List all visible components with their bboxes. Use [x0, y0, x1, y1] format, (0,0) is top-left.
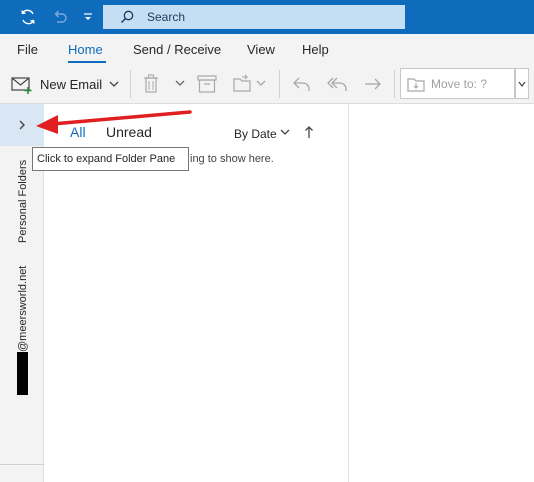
ribbon-separator — [130, 70, 131, 98]
active-tab-indicator — [68, 61, 106, 63]
search-icon — [119, 9, 135, 25]
sort-dropdown-icon[interactable] — [280, 128, 290, 136]
search-placeholder: Search — [147, 10, 186, 24]
search-box[interactable]: Search — [103, 5, 405, 29]
customize-qat-icon[interactable] — [78, 7, 98, 27]
delete-icon[interactable] — [142, 73, 160, 95]
chevron-right-icon — [18, 120, 26, 130]
tab-send-receive[interactable]: Send / Receive — [133, 42, 221, 57]
move-icon[interactable] — [232, 73, 256, 95]
new-email-dropdown-icon[interactable] — [108, 78, 120, 90]
empty-list-message: ing to show here. — [190, 153, 274, 165]
reply-all-icon[interactable] — [326, 74, 350, 94]
sort-direction-icon[interactable] — [304, 125, 314, 139]
tab-help[interactable]: Help — [302, 42, 329, 57]
move-dropdown-icon[interactable] — [256, 78, 266, 88]
tab-file[interactable]: File — [17, 42, 38, 57]
account-label[interactable]: @meersworld.net — [17, 266, 29, 352]
strip-divider — [0, 464, 44, 465]
new-email-button[interactable]: New Email — [40, 77, 102, 92]
sort-by-button[interactable]: By Date — [234, 127, 277, 141]
undo-icon[interactable] — [50, 7, 70, 27]
tab-home[interactable]: Home — [68, 42, 103, 57]
ribbon-separator — [279, 70, 280, 98]
ribbon-tabs: File Home Send / Receive View Help — [0, 34, 534, 64]
new-email-icon[interactable] — [10, 74, 34, 96]
filter-unread-tab[interactable]: Unread — [106, 124, 152, 140]
ribbon: New Email Move to: ? — [0, 64, 534, 104]
expand-folder-pane-button[interactable] — [0, 104, 44, 146]
title-bar: Search — [0, 0, 534, 34]
forward-icon[interactable] — [362, 74, 384, 94]
delete-dropdown-icon[interactable] — [175, 78, 185, 88]
quick-steps-box[interactable]: Move to: ? — [400, 68, 515, 99]
reply-icon[interactable] — [291, 74, 313, 94]
tab-view[interactable]: View — [247, 42, 275, 57]
outlook-window: Search File Home Send / Receive View Hel… — [0, 0, 534, 482]
ribbon-separator — [394, 70, 395, 98]
sync-icon[interactable] — [18, 7, 38, 27]
archive-icon[interactable] — [196, 74, 218, 94]
redaction-bar — [17, 352, 28, 395]
expand-folder-pane-tooltip: Click to expand Folder Pane — [32, 147, 189, 171]
personal-folders-label[interactable]: Personal Folders — [17, 160, 29, 243]
filter-all-tab[interactable]: All — [70, 124, 86, 140]
move-to-folder-icon — [407, 75, 427, 93]
quick-steps-dropdown-icon[interactable] — [515, 68, 529, 99]
move-to-label: Move to: ? — [431, 76, 488, 91]
